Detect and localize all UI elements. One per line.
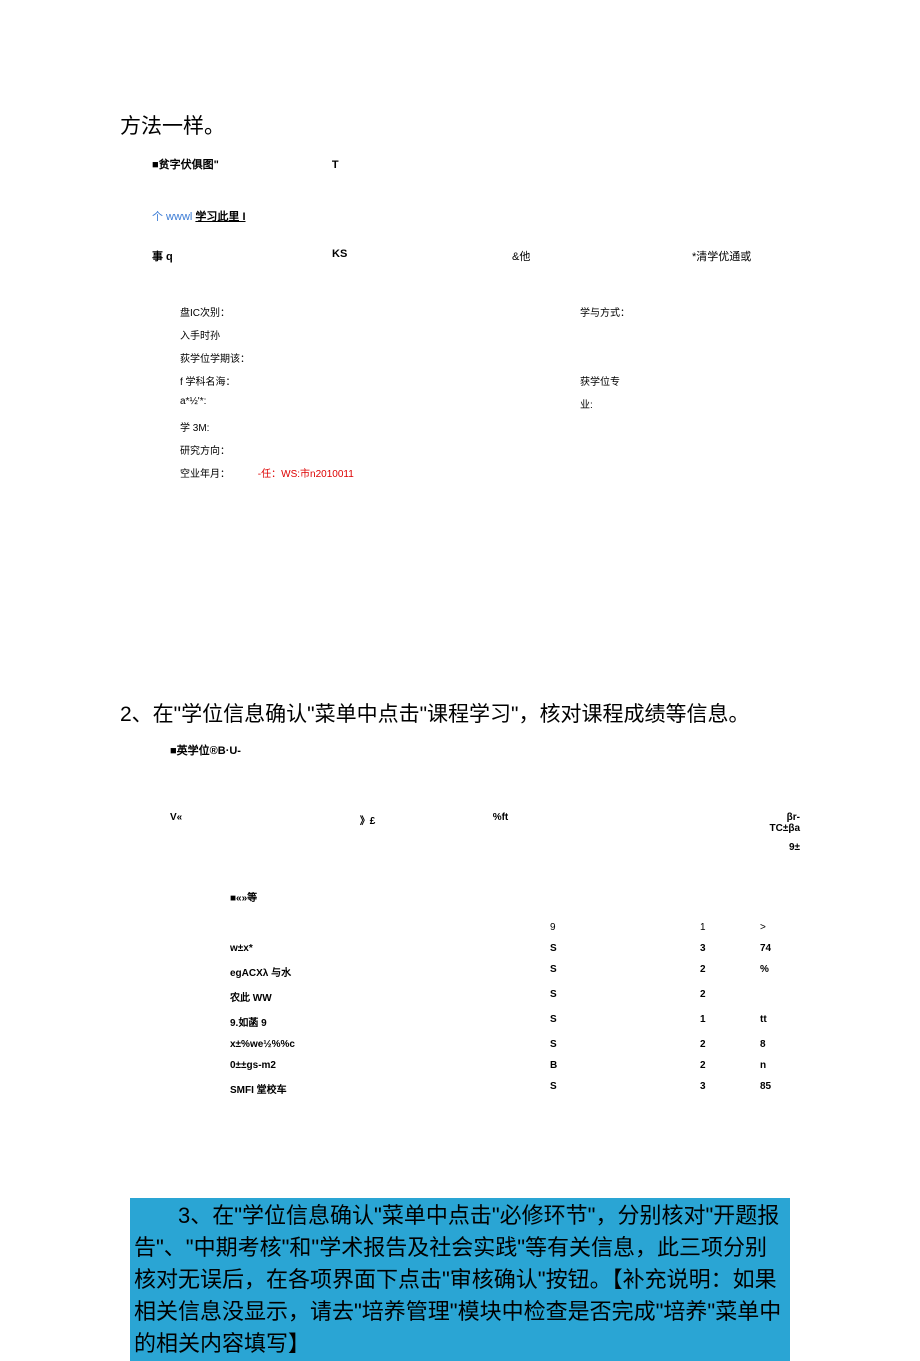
table-row: 9.如菡 9 S 1 tt bbox=[230, 1014, 800, 1029]
form-label: 业: bbox=[580, 396, 593, 411]
table-row: egACXλ 与水 S 2 % bbox=[230, 964, 800, 979]
cell bbox=[760, 989, 800, 1004]
red-note: -任：WS:市n2010011 bbox=[258, 469, 354, 480]
tab-others[interactable]: &他 bbox=[512, 248, 572, 264]
cell: B bbox=[550, 1060, 700, 1071]
cell: 0±±gs-m2 bbox=[230, 1060, 550, 1071]
tab-col[interactable]: %ft bbox=[493, 812, 759, 834]
intro-text: 方法一样。 bbox=[120, 110, 800, 140]
figure-1-form: 盘IC次别： 学与方式： 入手时孙 荻学位学期该： f 学科名海： 获学位专 a… bbox=[180, 304, 800, 480]
table-row: 农此 WW S 2 bbox=[230, 989, 800, 1004]
step-2-text: 2、在"学位信息确认"菜单中点击"课程学习"，核对课程成绩等信息。 bbox=[120, 698, 800, 728]
cell: 74 bbox=[760, 943, 800, 954]
cell: n bbox=[760, 1060, 800, 1071]
cell: 9.如菡 9 bbox=[230, 1014, 550, 1029]
link-text: 学习此里 I bbox=[195, 211, 245, 223]
tab-col[interactable]: 》£ bbox=[360, 812, 493, 834]
figure-1-title: ■贫字伏俱图" T bbox=[152, 156, 800, 172]
cell: 2 bbox=[700, 1039, 760, 1050]
form-row: 空业年月： -任：WS:市n2010011 bbox=[180, 465, 800, 480]
figure-1: ■贫字伏俱图" T 个 wwwl 学习此里 I 事 q KS &他 *清学优通或… bbox=[152, 156, 800, 480]
tab-col[interactable]: V« bbox=[170, 812, 360, 834]
figure-2-section: ■«»等 bbox=[230, 889, 800, 904]
figure-1-tabs: 事 q KS &他 *清学优通或 bbox=[152, 248, 800, 264]
highlight-text: 3、在"学位信息确认"菜单中点击"必修环节"，分别核对"开题报告"、"中期考核"… bbox=[134, 1203, 781, 1356]
cell: S bbox=[550, 943, 700, 954]
cell: 1 bbox=[700, 922, 760, 933]
figure-2-tabs: V« 》£ %ft βr-TC±βa bbox=[170, 812, 800, 834]
cell: 3 bbox=[700, 1081, 760, 1096]
cell: tt bbox=[760, 1014, 800, 1029]
form-label: 盘IC次别： bbox=[180, 304, 580, 319]
form-label: 学 3M: bbox=[180, 419, 580, 434]
form-label: 研究方向： bbox=[180, 442, 580, 457]
table-row: 9 1 > bbox=[230, 922, 800, 933]
form-row: a*½'*: 业: bbox=[180, 396, 800, 411]
form-row: 学 3M: bbox=[180, 419, 800, 434]
table-row: 0±±gs-m2 B 2 n bbox=[230, 1060, 800, 1071]
link-prefix: 个 wwwl bbox=[152, 211, 195, 223]
cell: S bbox=[550, 1039, 700, 1050]
cell: x±%we½%%c bbox=[230, 1039, 550, 1050]
cell: 9 bbox=[550, 922, 700, 933]
label-text: 空业年月： bbox=[180, 469, 230, 480]
cell: egACXλ 与水 bbox=[230, 964, 550, 979]
cell: 3 bbox=[700, 943, 760, 954]
form-row: f 学科名海： 获学位专 bbox=[180, 373, 800, 388]
tab-col[interactable]: βr-TC±βa bbox=[758, 812, 800, 834]
tab-ks[interactable]: KS bbox=[332, 248, 392, 264]
tab-right[interactable]: *清学优通或 bbox=[692, 248, 751, 264]
cell: 1 bbox=[700, 1014, 760, 1029]
cell: 8 bbox=[760, 1039, 800, 1050]
form-row: 入手时孙 bbox=[180, 327, 800, 342]
figure-1-title-text: ■贫字伏俱图" bbox=[152, 159, 219, 171]
step-3-highlight: 3、在"学位信息确认"菜单中点击"必修环节"，分别核对"开题报告"、"中期考核"… bbox=[130, 1198, 790, 1361]
form-label: 入手时孙 bbox=[180, 327, 580, 342]
cell: 2 bbox=[700, 989, 760, 1004]
cell: S bbox=[550, 964, 700, 979]
form-row: 研究方向： bbox=[180, 442, 800, 457]
figure-1-link[interactable]: 个 wwwl 学习此里 I bbox=[152, 208, 800, 224]
form-row: 荻学位学期该： bbox=[180, 350, 800, 365]
figure-2: ■英学位®B·U- V« 》£ %ft βr-TC±βa 9± ■«»等 9 1… bbox=[170, 742, 800, 1096]
cell: S bbox=[550, 1014, 700, 1029]
table-row: x±%we½%%c S 2 8 bbox=[230, 1039, 800, 1050]
cell: 农此 WW bbox=[230, 989, 550, 1004]
cell: 2 bbox=[700, 1060, 760, 1071]
form-label: a*½'*: bbox=[180, 396, 580, 411]
cell: 2 bbox=[700, 964, 760, 979]
cell: > bbox=[760, 922, 800, 933]
cell: w±x* bbox=[230, 943, 550, 954]
figure-2-right-label: 9± bbox=[170, 842, 800, 853]
cell bbox=[230, 922, 550, 933]
cell: 85 bbox=[760, 1081, 800, 1096]
figure-1-t: T bbox=[332, 159, 339, 171]
form-label: 空业年月： -任：WS:市n2010011 bbox=[180, 465, 580, 480]
cell: SMFI 堂校车 bbox=[230, 1081, 550, 1096]
form-label: 获学位专 bbox=[580, 373, 620, 388]
cell: S bbox=[550, 989, 700, 1004]
form-row: 盘IC次别： 学与方式： bbox=[180, 304, 800, 319]
figure-2-title: ■英学位®B·U- bbox=[170, 742, 800, 758]
table-row: SMFI 堂校车 S 3 85 bbox=[230, 1081, 800, 1096]
form-label: 学与方式： bbox=[580, 304, 630, 319]
cell: % bbox=[760, 964, 800, 979]
form-label: f 学科名海： bbox=[180, 373, 580, 388]
form-label: 荻学位学期该： bbox=[180, 350, 580, 365]
cell: S bbox=[550, 1081, 700, 1096]
tab-q[interactable]: 事 q bbox=[152, 248, 212, 264]
table-row: w±x* S 3 74 bbox=[230, 943, 800, 954]
figure-2-table: 9 1 > w±x* S 3 74 egACXλ 与水 S 2 % 农此 WW … bbox=[230, 922, 800, 1096]
